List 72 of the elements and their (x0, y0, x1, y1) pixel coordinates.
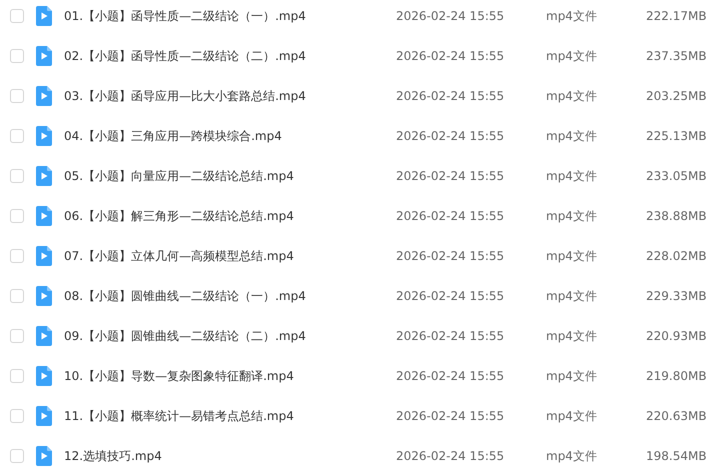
modified-date: 2026-02-24 15:55 (396, 169, 506, 183)
video-file-icon (36, 166, 52, 186)
file-size: 225.13MB (646, 129, 704, 143)
file-name[interactable]: 04.【小题】三角应用—跨模块综合.mp4 (64, 128, 396, 144)
video-file-icon (36, 6, 52, 26)
file-name[interactable]: 05.【小题】向量应用—二级结论总结.mp4 (64, 168, 396, 184)
video-file-icon (36, 86, 52, 106)
modified-date: 2026-02-24 15:55 (396, 329, 506, 343)
video-file-icon (36, 286, 52, 306)
file-size: 233.05MB (646, 169, 704, 183)
file-name[interactable]: 03.【小题】函导应用—比大小套路总结.mp4 (64, 88, 396, 104)
file-size: 238.88MB (646, 209, 704, 223)
file-name[interactable]: 08.【小题】圆锥曲线—二级结论（一）.mp4 (64, 288, 396, 304)
file-size: 228.02MB (646, 249, 704, 263)
checkbox[interactable] (10, 89, 24, 103)
file-name[interactable]: 01.【小题】函导性质—二级结论（一）.mp4 (64, 8, 396, 24)
file-size: 203.25MB (646, 89, 704, 103)
file-name[interactable]: 12.选填技巧.mp4 (64, 448, 396, 464)
video-file-icon (36, 326, 52, 346)
checkbox[interactable] (10, 169, 24, 183)
modified-date: 2026-02-24 15:55 (396, 249, 506, 263)
file-name[interactable]: 02.【小题】函导性质—二级结论（二）.mp4 (64, 48, 396, 64)
file-size: 198.54MB (646, 449, 704, 463)
file-name[interactable]: 11.【小题】概率统计—易错考点总结.mp4 (64, 408, 396, 424)
file-type: mp4文件 (546, 408, 598, 424)
file-type: mp4文件 (546, 208, 598, 224)
file-type: mp4文件 (546, 328, 598, 344)
checkbox[interactable] (10, 449, 24, 463)
file-name[interactable]: 07.【小题】立体几何—高频模型总结.mp4 (64, 248, 396, 264)
modified-date: 2026-02-24 15:55 (396, 49, 506, 63)
modified-date: 2026-02-24 15:55 (396, 129, 506, 143)
modified-date: 2026-02-24 15:55 (396, 409, 506, 423)
file-size: 219.80MB (646, 369, 704, 383)
file-type: mp4文件 (546, 448, 598, 464)
checkbox[interactable] (10, 49, 24, 63)
modified-date: 2026-02-24 15:55 (396, 89, 506, 103)
modified-date: 2026-02-24 15:55 (396, 209, 506, 223)
file-size: 229.33MB (646, 289, 704, 303)
modified-date: 2026-02-24 15:55 (396, 449, 506, 463)
file-size: 237.35MB (646, 49, 704, 63)
file-type: mp4文件 (546, 168, 598, 184)
file-size: 220.93MB (646, 329, 704, 343)
file-type: mp4文件 (546, 368, 598, 384)
video-file-icon (36, 46, 52, 66)
modified-date: 2026-02-24 15:55 (396, 369, 506, 383)
file-type: mp4文件 (546, 88, 598, 104)
file-type: mp4文件 (546, 8, 598, 24)
file-size: 222.17MB (646, 9, 704, 23)
file-size: 220.63MB (646, 409, 704, 423)
video-file-icon (36, 406, 52, 426)
modified-date: 2026-02-24 15:55 (396, 289, 506, 303)
file-name[interactable]: 10.【小题】导数—复杂图象特征翻译.mp4 (64, 368, 396, 384)
file-name[interactable]: 09.【小题】圆锥曲线—二级结论（二）.mp4 (64, 328, 396, 344)
checkbox[interactable] (10, 129, 24, 143)
checkbox[interactable] (10, 289, 24, 303)
modified-date: 2026-02-24 15:55 (396, 9, 506, 23)
file-name[interactable]: 06.【小题】解三角形—二级结论总结.mp4 (64, 208, 396, 224)
checkbox[interactable] (10, 409, 24, 423)
file-type: mp4文件 (546, 288, 598, 304)
checkbox[interactable] (10, 209, 24, 223)
video-file-icon (36, 366, 52, 386)
video-file-icon (36, 246, 52, 266)
file-type: mp4文件 (546, 248, 598, 264)
file-type: mp4文件 (546, 48, 598, 64)
file-type: mp4文件 (546, 128, 598, 144)
checkbox[interactable] (10, 9, 24, 23)
video-file-icon (36, 126, 52, 146)
video-file-icon (36, 206, 52, 226)
checkbox[interactable] (10, 369, 24, 383)
video-file-icon (36, 446, 52, 466)
checkbox[interactable] (10, 249, 24, 263)
checkbox[interactable] (10, 329, 24, 343)
